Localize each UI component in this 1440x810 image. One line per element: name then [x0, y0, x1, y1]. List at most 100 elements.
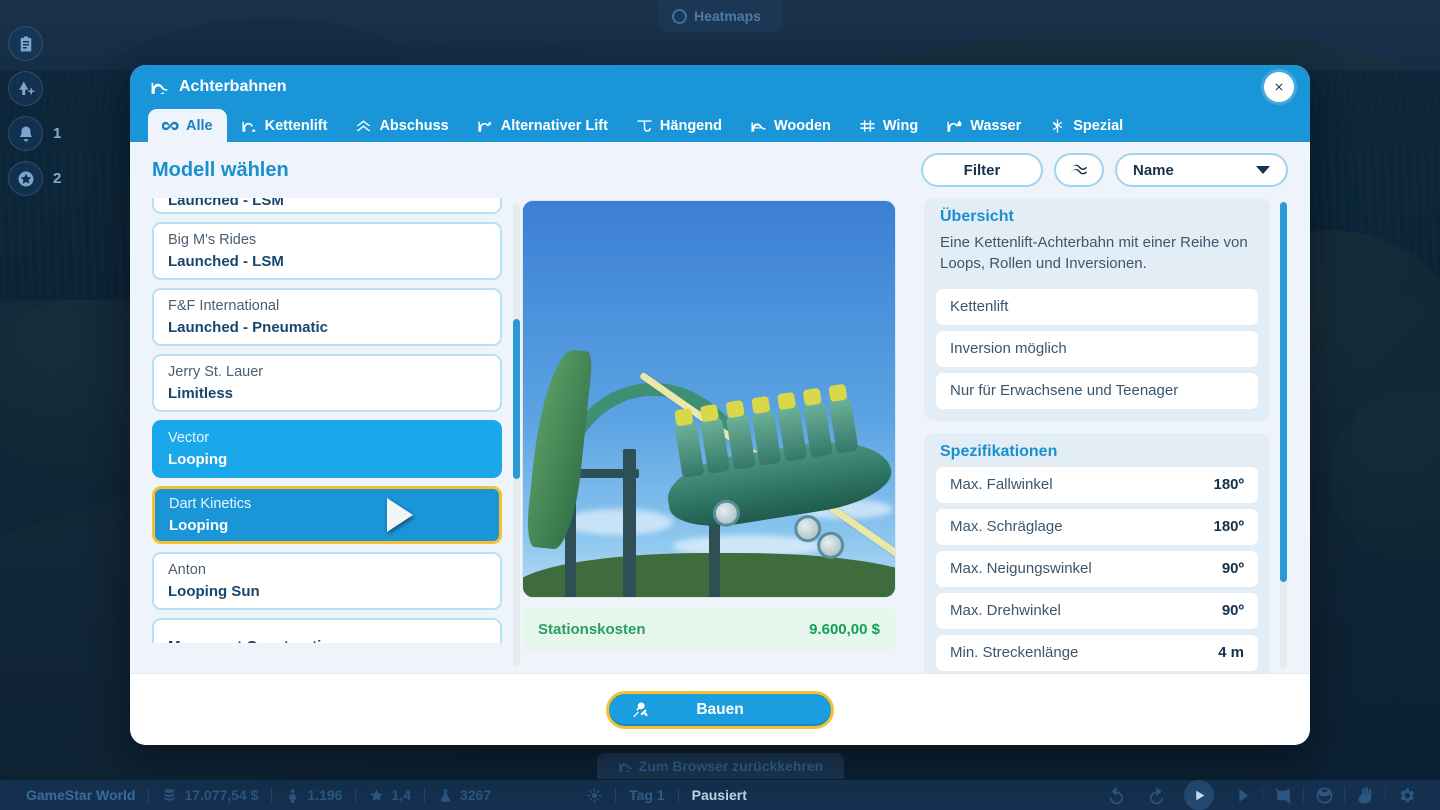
rail-item-park[interactable]: [8, 71, 118, 106]
tab-wasser[interactable]: Wasser: [932, 109, 1035, 142]
list-item[interactable]: Jerry St. Lauer Limitless: [152, 354, 502, 412]
model-name: Launched - LSM: [168, 252, 284, 270]
settings-button[interactable]: [1386, 780, 1426, 810]
status-money: 17.077,54 $: [162, 787, 258, 803]
trait-row: Kettenlift: [936, 288, 1258, 325]
spec-row: Max. Fallwinkel 180º: [936, 466, 1258, 503]
spec-label: Min. Streckenlänge: [950, 644, 1079, 662]
heatmap-circle-icon: [672, 8, 687, 24]
dialog-titlebar: Achterbahnen: [130, 65, 1310, 109]
park-tree-add-icon[interactable]: [8, 71, 43, 106]
bell-notification-icon[interactable]: [8, 116, 43, 151]
guest-icon: [289, 788, 297, 803]
rail-item-clipboard[interactable]: [8, 26, 118, 61]
spec-label: Max. Schräglage: [950, 518, 1063, 536]
globe-button[interactable]: [1304, 780, 1344, 810]
tab-wing[interactable]: Wing: [845, 109, 932, 142]
hand-button[interactable]: [1345, 780, 1385, 810]
harness: [776, 391, 797, 411]
close-button[interactable]: [1264, 72, 1294, 102]
heatmaps-button[interactable]: Heatmaps: [658, 0, 783, 32]
tab-label: Wooden: [773, 117, 831, 134]
info-scrollbar[interactable]: [1280, 202, 1287, 669]
game-state-label: Pausiert: [691, 787, 747, 803]
tab-wooden[interactable]: Wooden: [736, 109, 845, 142]
harness: [699, 403, 720, 423]
harness: [674, 407, 694, 427]
trait-label: Nur für Erwachsene und Teenager: [950, 382, 1179, 400]
coaster-icon: [151, 82, 168, 94]
scrollbar-thumb[interactable]: [1280, 202, 1287, 582]
status-rating: 1,4: [369, 787, 411, 803]
scrollbar-thumb[interactable]: [513, 319, 520, 479]
list-item-hovered[interactable]: Dart Kinetics Looping: [152, 486, 502, 544]
preview-panel: Stationskosten 9.600,00 $: [522, 198, 902, 673]
build-button[interactable]: Bauen: [606, 690, 834, 729]
infinity-icon: [162, 121, 179, 130]
list-item[interactable]: F&F International Launched - Pneumatic: [152, 288, 502, 346]
harness: [828, 383, 848, 403]
sort-select[interactable]: Name: [1115, 153, 1288, 187]
special-star-icon: [1053, 118, 1063, 133]
camera-button[interactable]: [1263, 780, 1303, 810]
play-circle: [1184, 780, 1214, 810]
spec-label: Max. Fallwinkel: [950, 476, 1053, 494]
park-name: GameStar World: [26, 787, 136, 803]
list-item[interactable]: Anton Looping Sun: [152, 552, 502, 610]
tab-label: Alternativer Lift: [500, 117, 608, 134]
coaster-selection-dialog: Achterbahnen Alle Kettenlift Abschuss Al…: [130, 65, 1310, 745]
model-maker: Jerry St. Lauer: [168, 363, 264, 380]
sort-direction-button[interactable]: [1054, 153, 1104, 187]
guests-value: 1.196: [307, 787, 343, 803]
clipboard-icon[interactable]: [8, 26, 43, 61]
rail-item-notifications[interactable]: 1: [8, 116, 118, 151]
tab-kettenlift[interactable]: Kettenlift: [227, 109, 342, 142]
status-weather: [587, 788, 602, 803]
dialog-title: Achterbahnen: [179, 78, 287, 95]
station-cost-row: Stationskosten 9.600,00 $: [522, 608, 896, 650]
harness: [802, 387, 822, 407]
tab-haengend[interactable]: Hängend: [622, 109, 736, 142]
sort-value: Name: [1133, 161, 1174, 179]
track-support: [623, 449, 636, 597]
model-name: Launched - Pneumatic: [168, 318, 329, 336]
play-icon: [1195, 790, 1204, 800]
status-research: 3267: [438, 787, 491, 803]
model-list-scrollbar[interactable]: [513, 204, 520, 667]
header-controls: Filter Name: [921, 153, 1288, 187]
launch-icon: [356, 119, 372, 131]
filter-button[interactable]: Filter: [921, 153, 1043, 187]
tab-alternativer-lift[interactable]: Alternativer Lift: [463, 109, 622, 142]
return-to-browser-button[interactable]: Zum Browser zurückkehren: [597, 753, 844, 779]
station-cost-value: 9.600,00 $: [809, 620, 880, 638]
list-item[interactable]: Big M's Rides Launched - LSM: [152, 222, 502, 280]
hand-icon: [1357, 786, 1371, 803]
research-gear-icon[interactable]: [8, 161, 43, 196]
playback-controls: [1096, 780, 1440, 810]
model-maker: F&F International: [168, 297, 280, 314]
undo-button[interactable]: [1096, 780, 1136, 810]
spec-row: Max. Drehwinkel 90º: [936, 592, 1258, 629]
model-maker: Dart Kinetics: [169, 495, 252, 512]
model-list[interactable]: Launched - LSM Big M's Rides Launched - …: [152, 198, 522, 643]
trait-label: Inversion möglich: [950, 340, 1067, 358]
info-scroll-area[interactable]: Übersicht Eine Kettenlift-Achterbahn mit…: [924, 198, 1270, 673]
redo-button[interactable]: [1136, 780, 1176, 810]
tab-alle[interactable]: Alle: [148, 109, 227, 142]
rail-item-research[interactable]: 2: [8, 161, 118, 196]
fast-forward-button[interactable]: [1222, 780, 1262, 810]
tab-spezial[interactable]: Spezial: [1035, 109, 1137, 142]
research-value: 3267: [459, 787, 492, 803]
list-item[interactable]: Movement Construction: [152, 618, 502, 643]
overview-description: Eine Kettenlift-Achterbahn mit einer Rei…: [940, 234, 1248, 273]
tab-abschuss[interactable]: Abschuss: [341, 109, 462, 142]
list-item-selected[interactable]: Vector Looping: [152, 420, 502, 478]
mouse-cursor: [387, 498, 413, 532]
model-maker: Anton: [168, 561, 206, 578]
model-list-panel: Launched - LSM Big M's Rides Launched - …: [152, 198, 522, 673]
list-item[interactable]: Launched - LSM: [152, 198, 502, 214]
spec-value: 180º: [1213, 518, 1244, 536]
play-button[interactable]: [1176, 780, 1222, 810]
trait-row: Nur für Erwachsene und Teenager: [936, 372, 1258, 409]
tab-label: Kettenlift: [264, 117, 328, 134]
